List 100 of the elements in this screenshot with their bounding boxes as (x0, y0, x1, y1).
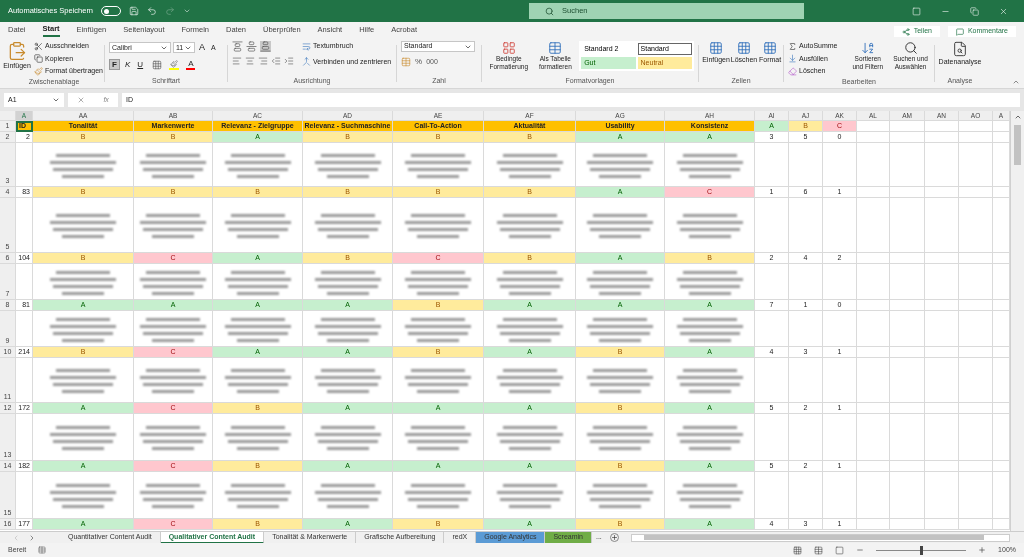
blurred-text-drawing (312, 151, 383, 178)
previous-sheet-icon[interactable] (12, 533, 20, 542)
save-icon[interactable] (129, 6, 140, 16)
horizontal-scrollbar[interactable] (630, 533, 1010, 542)
blurred-text-drawing (312, 268, 383, 295)
blurred-text-drawing (494, 212, 565, 238)
eraser-icon (788, 66, 797, 76)
percent-button[interactable]: % (415, 56, 423, 68)
ribbon-display-icon[interactable] (912, 6, 921, 16)
blurred-text-drawing (403, 367, 473, 393)
vertical-align-icon[interactable] (232, 41, 243, 52)
blurred-text-drawing (222, 268, 293, 295)
analysis-icon (952, 41, 968, 57)
blurred-text-drawing (403, 268, 473, 295)
blurred-text-drawing (674, 315, 745, 342)
blurred-text-drawing (403, 212, 473, 238)
blurred-text-drawing (674, 367, 745, 393)
undo-icon[interactable] (147, 6, 158, 16)
blurred-text-drawing (312, 315, 383, 342)
blurred-text-drawing (494, 315, 565, 342)
empty-cell (789, 414, 823, 461)
zoom-out-icon[interactable] (856, 546, 865, 554)
grow-font-button[interactable]: A (197, 41, 207, 55)
indent-increase-icon[interactable] (284, 56, 294, 66)
customize-icon[interactable] (183, 7, 192, 15)
next-sheet-icon[interactable] (28, 533, 36, 542)
blurred-text-drawing (48, 482, 118, 508)
blurred-text-drawing (312, 212, 383, 238)
blurred-text-drawing (138, 212, 208, 238)
blurred-text-drawing (48, 212, 118, 238)
zoom-slider-thumb[interactable] (920, 545, 924, 555)
blurred-text-drawing (222, 424, 293, 450)
share-icon (901, 27, 910, 36)
blurred-text-drawing (585, 424, 655, 450)
grid-icon (501, 41, 516, 55)
blurred-text-drawing (48, 424, 118, 450)
blurred-text-drawing (403, 424, 473, 450)
sigma-icon (788, 41, 797, 51)
blurred-text-drawing (403, 315, 473, 342)
italic-button[interactable]: K (123, 58, 133, 71)
comment-icon (955, 27, 964, 36)
blurred-text-drawing (674, 212, 745, 238)
indent-decrease-icon[interactable] (271, 56, 281, 66)
toggle-knob[interactable] (104, 8, 110, 14)
blurred-text-drawing (48, 151, 118, 178)
restore-icon[interactable] (970, 6, 979, 16)
page-break-icon[interactable] (835, 545, 845, 555)
blurred-text-drawing (674, 151, 745, 178)
blurred-text-drawing (494, 268, 565, 295)
scrollbar-thumb[interactable] (643, 535, 984, 540)
blurred-text-drawing (494, 482, 565, 508)
align-center-icon[interactable] (245, 56, 255, 66)
blurred-text-drawing (312, 482, 383, 508)
blurred-text-drawing (585, 482, 655, 508)
dropdown-caret-icon (52, 96, 60, 104)
empty-cell (789, 264, 823, 300)
paintbrush-icon (34, 66, 43, 76)
fill-down-icon (788, 54, 797, 64)
sort-icon (860, 41, 875, 55)
blurred-text-drawing (312, 367, 383, 393)
blurred-text-drawing (312, 424, 383, 450)
font-color-button[interactable]: A (186, 59, 196, 70)
blurred-text-drawing (138, 367, 208, 393)
page-layout-icon[interactable] (814, 545, 824, 555)
vertical-align-icon[interactable] (260, 41, 271, 52)
normal-view-icon[interactable] (793, 545, 803, 555)
collapse-ribbon-icon[interactable] (1012, 78, 1020, 86)
blurred-text-drawing (585, 151, 655, 178)
underline-button[interactable]: U (135, 58, 146, 71)
blurred-text-drawing (222, 367, 293, 393)
blurred-text-drawing (585, 268, 655, 295)
empty-cell (789, 311, 823, 347)
clipboard-icon (7, 41, 27, 61)
cells-grid-icon (737, 41, 751, 55)
blurred-text-drawing (48, 315, 118, 342)
vertical-align-icon[interactable] (246, 41, 257, 52)
blurred-text-drawing (48, 367, 118, 393)
merge-icon (302, 57, 311, 67)
align-left-icon[interactable] (232, 56, 242, 66)
bold-button[interactable]: F (109, 59, 120, 70)
cancel-icon[interactable] (77, 96, 86, 104)
blurred-text-drawing (48, 268, 118, 295)
search-icon (903, 41, 918, 55)
wrap-icon (302, 41, 311, 51)
scrollbar-thumb[interactable] (1014, 125, 1021, 165)
blurred-text-drawing (222, 151, 293, 178)
fill-color-icon[interactable] (169, 59, 180, 70)
vertical-scrollbar[interactable] (1010, 111, 1024, 531)
blurred-text-drawing (674, 424, 745, 450)
align-right-icon[interactable] (258, 56, 268, 66)
close-icon[interactable] (999, 6, 1008, 16)
blurred-text-drawing (674, 482, 745, 508)
blurred-text-drawing (222, 212, 293, 238)
blurred-text-drawing (494, 367, 565, 393)
blurred-text-drawing (494, 424, 565, 450)
scroll-up-icon[interactable] (1013, 113, 1022, 121)
zoom-in-icon[interactable] (978, 546, 987, 554)
blurred-text-drawing (674, 268, 745, 295)
add-sheet-icon[interactable] (609, 533, 619, 542)
border-icon[interactable] (152, 59, 163, 70)
